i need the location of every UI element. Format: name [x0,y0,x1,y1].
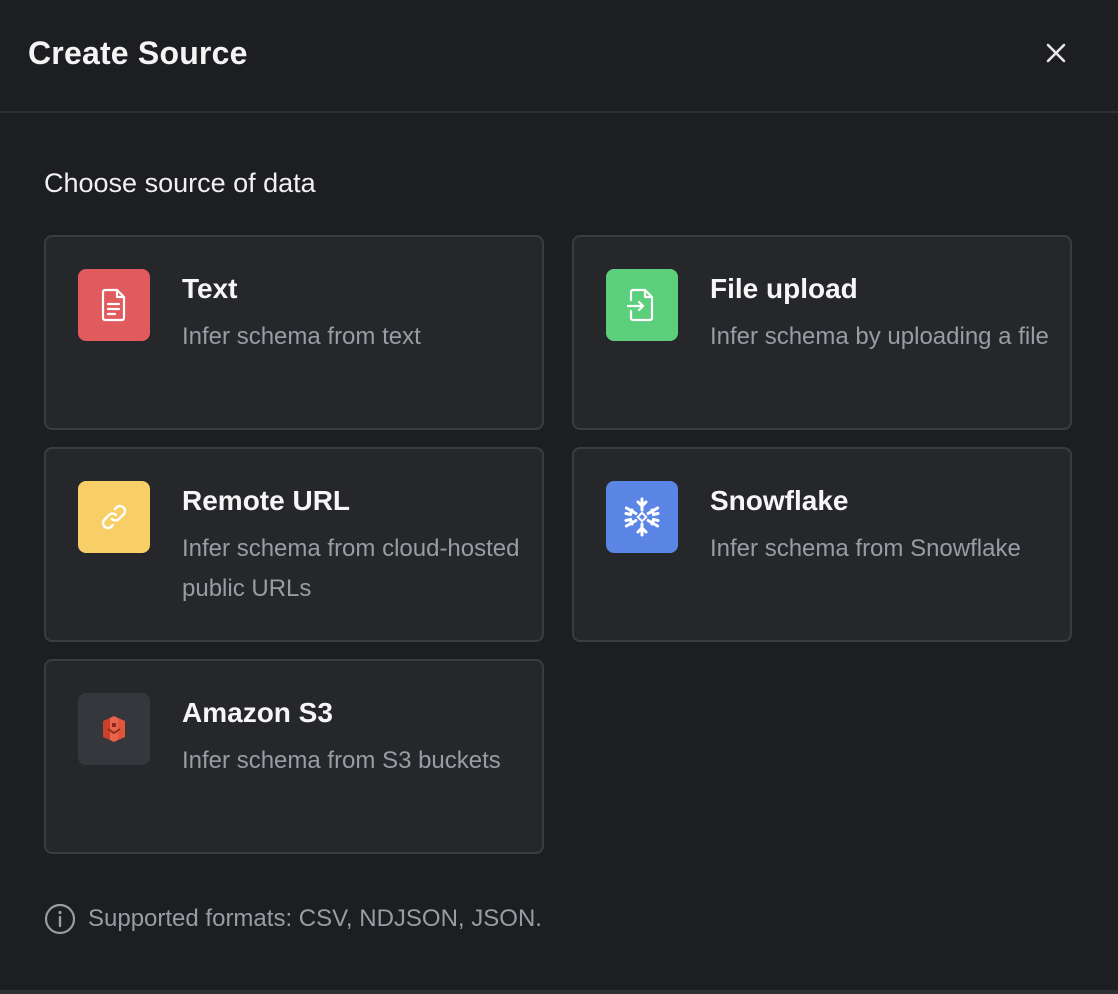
source-card-description: Infer schema from S3 buckets [182,747,501,774]
source-card-snowflake[interactable]: Snowflake Infer schema from Snowflake [572,447,1072,642]
source-card-text[interactable]: Text Infer schema from text [44,235,544,430]
close-icon [1046,43,1066,63]
file-import-icon [626,288,654,322]
create-source-dialog: Create Source Choose source of data Text… [0,0,1118,994]
info-icon [44,903,76,935]
document-icon [101,288,126,322]
close-button[interactable] [1040,37,1072,69]
source-card-remote-url[interactable]: Remote URL Infer schema from cloud-hoste… [44,447,544,642]
link-icon [101,504,127,530]
source-icon-tile [606,269,678,341]
supported-formats-note: Supported formats: CSV, NDJSON, JSON. [44,903,542,935]
source-card-title: Remote URL [182,485,351,516]
source-card-title: Text [182,273,238,304]
source-card-title: Snowflake [710,485,849,516]
section-heading: Choose source of data [44,168,316,198]
source-card-amazon-s3[interactable]: Amazon S3 Infer schema from S3 buckets [44,659,544,854]
source-card-description: Infer schema by uploading a file [710,323,1049,350]
supported-formats-text: Supported formats: CSV, NDJSON, JSON. [88,905,542,932]
source-card-description: Infer schema from text [182,323,421,350]
source-card-description: Infer schema from cloud-hosted public UR… [182,535,520,602]
source-icon-tile [78,693,150,765]
source-icon-tile [78,481,150,553]
amazon-s3-icon [103,716,125,742]
source-icon-tile [78,269,150,341]
snowflake-icon [624,497,660,537]
source-card-title: Amazon S3 [182,697,333,728]
source-card-description: Infer schema from Snowflake [710,535,1021,562]
source-card-file-upload[interactable]: File upload Infer schema by uploading a … [572,235,1072,430]
source-icon-tile [606,481,678,553]
dialog-header: Create Source [0,0,1118,113]
source-card-title: File upload [710,273,858,304]
dialog-title: Create Source [28,35,248,71]
